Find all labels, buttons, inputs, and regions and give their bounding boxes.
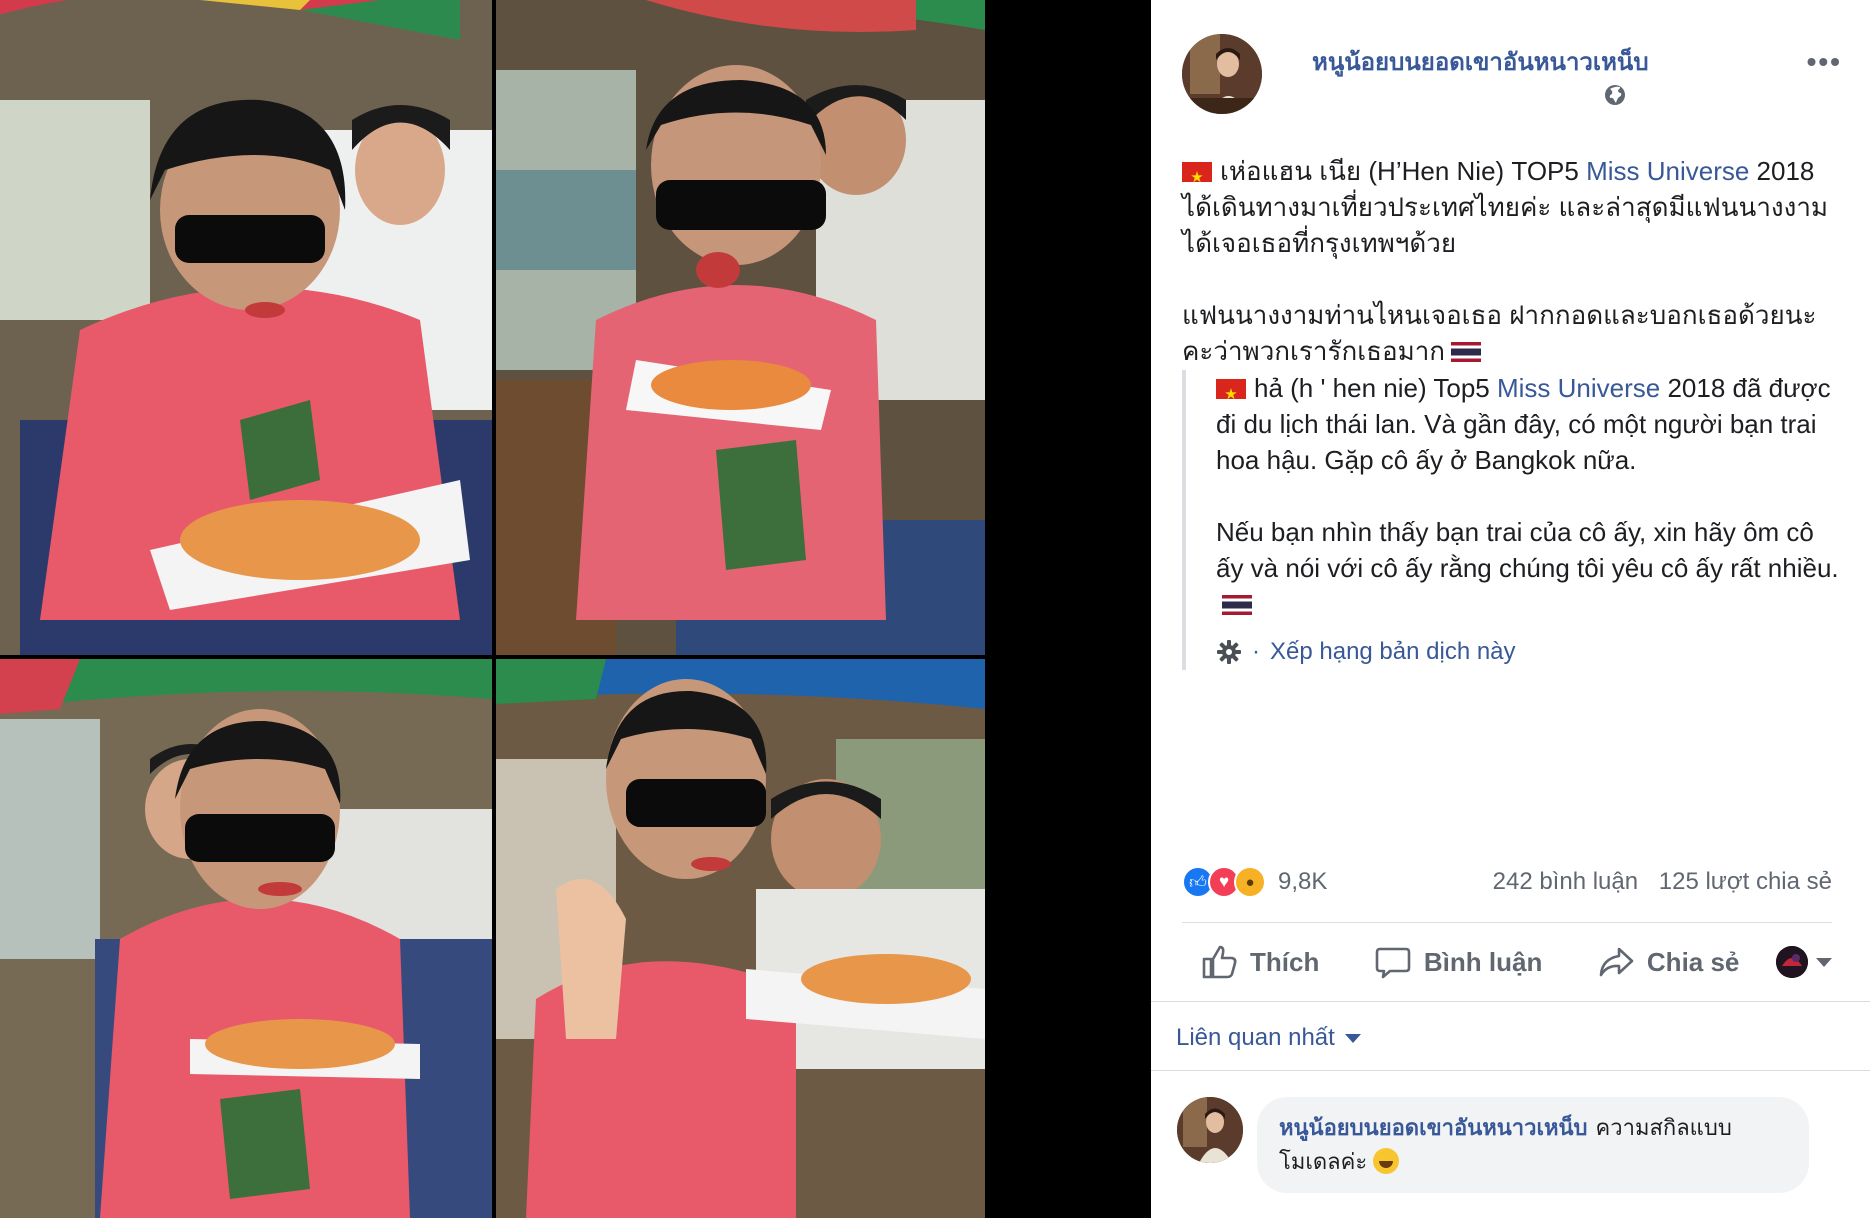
gear-icon <box>1217 640 1241 664</box>
comment-sort-dropdown[interactable]: Liên quan nhất <box>1176 1024 1361 1052</box>
vietnam-flag-icon <box>1182 160 1212 196</box>
divider <box>1151 1001 1870 1002</box>
author-name[interactable]: หนูน้อยบนยอดเขาอันหนาวเหน็บ <box>1312 42 1649 81</box>
rate-translation[interactable]: · Xếp hạng bản dịch này <box>1216 634 1842 670</box>
translation-paragraph-2: Nếu bạn nhìn thấy bạn trai của cô ấy, xi… <box>1216 514 1842 622</box>
share-icon <box>1599 947 1634 977</box>
commenter-name[interactable]: หนูน้อยบนยอดเขาอันหนาวเหน็บ <box>1279 1115 1588 1140</box>
lightbox-gutter <box>985 0 1151 1218</box>
vietnam-flag-icon <box>1216 377 1246 413</box>
miss-universe-link[interactable]: Miss Universe <box>1497 373 1660 403</box>
more-options-icon[interactable]: ••• <box>1807 46 1842 78</box>
like-button[interactable]: Thích <box>1182 943 1337 981</box>
thumbs-up-icon <box>1202 945 1237 979</box>
photo-grid[interactable] <box>0 0 985 1218</box>
comment-count[interactable]: 242 bình luận <box>1493 868 1638 895</box>
reactions-bar: 👍︎ ♥ ● 9,8K 242 bình luận 125 lượt chia … <box>1182 862 1832 902</box>
share-count[interactable]: 125 lượt chia sẻ <box>1659 868 1832 895</box>
laughing-emoji-icon <box>1373 1148 1400 1174</box>
comment-button[interactable]: Bình luận <box>1356 943 1560 981</box>
photo-bottom-right[interactable] <box>496 659 985 1218</box>
thailand-flag-icon <box>1451 342 1482 362</box>
commenter-avatar[interactable] <box>1177 1097 1243 1163</box>
divider <box>1151 1070 1870 1071</box>
divider <box>1182 922 1832 923</box>
thailand-flag-icon <box>1222 595 1252 615</box>
photo-bottom-left[interactable] <box>0 659 492 1218</box>
rate-translation-label[interactable]: Xếp hạng bản dịch này <box>1270 634 1516 670</box>
share-label: Chia sẻ <box>1646 946 1740 977</box>
caption-text: เห่อแฮน เนีย (H’Hen Nie) TOP5 <box>1220 156 1587 186</box>
comment-icon <box>1375 947 1411 979</box>
comment-label: Bình luận <box>1423 946 1543 977</box>
post-header: หนูน้อยบนยอดเขาอันหนาวเหน็บ ••• <box>1182 34 1842 124</box>
photo-top-right[interactable] <box>496 0 985 655</box>
caption-paragraph-2: แฟนนางงามท่านไหนเจอเธอ ฝากกอดและบอกเธอด้… <box>1182 297 1842 369</box>
post-actions: Thích Bình luận Chia sẻ <box>1182 932 1832 992</box>
share-button[interactable]: Chia sẻ <box>1579 943 1758 981</box>
post-stats: 242 bình luận 125 lượt chia sẻ <box>1493 868 1832 896</box>
post-panel: หนูน้อยบนยอดเขาอันหนาวเหน็บ ••• เห่อแฮน … <box>1151 0 1870 1218</box>
wow-reaction-icon: ● <box>1234 866 1266 898</box>
audience-selector[interactable] <box>1775 946 1832 978</box>
reaction-icons[interactable]: 👍︎ ♥ ● <box>1182 866 1266 898</box>
viewer-avatar <box>1775 946 1808 978</box>
translation-text: Nếu bạn nhìn thấy bạn trai của cô ấy, xi… <box>1216 517 1839 583</box>
author-avatar[interactable] <box>1182 34 1262 114</box>
translation-block: hả (h ' hen nie) Top5 Miss Universe 2018… <box>1182 370 1842 670</box>
caption-paragraph-1: เห่อแฮน เนีย (H’Hen Nie) TOP5 Miss Unive… <box>1182 153 1842 261</box>
globe-icon[interactable] <box>1604 84 1626 106</box>
caption-text: แฟนนางงามท่านไหนเจอเธอ ฝากกอดและบอกเธอด้… <box>1182 300 1817 366</box>
chevron-down-icon <box>1815 957 1832 967</box>
comment-sort-label: Liên quan nhất <box>1176 1024 1335 1051</box>
dot-separator: · <box>1252 638 1260 665</box>
reaction-count[interactable]: 9,8K <box>1278 868 1327 896</box>
chevron-down-icon <box>1344 1033 1361 1043</box>
post-caption: เห่อแฮน เนีย (H’Hen Nie) TOP5 Miss Unive… <box>1182 153 1842 405</box>
translation-text: hả (h ' hen nie) Top5 <box>1254 373 1497 403</box>
photo-top-left[interactable] <box>0 0 492 655</box>
like-label: Thích <box>1250 946 1320 977</box>
comment-bubble: หนูน้อยบนยอดเขาอันหนาวเหน็บ ความสกิลแบบโม… <box>1257 1097 1809 1193</box>
miss-universe-link[interactable]: Miss Universe <box>1586 156 1749 186</box>
translation-paragraph-1: hả (h ' hen nie) Top5 Miss Universe 2018… <box>1216 370 1842 478</box>
